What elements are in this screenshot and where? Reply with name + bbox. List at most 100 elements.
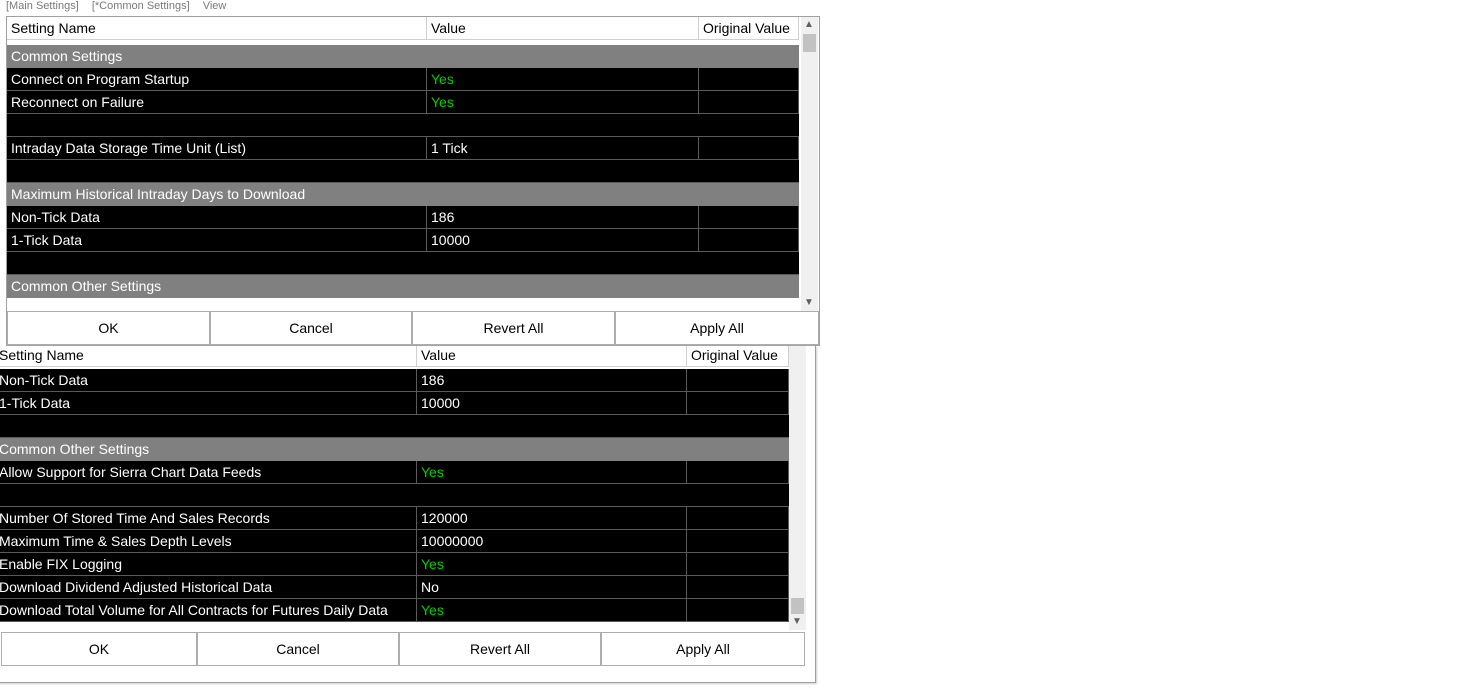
column-header-original-value[interactable]: Original Value	[699, 17, 799, 40]
vertical-scrollbar-bottom[interactable]: ▼	[789, 346, 806, 630]
setting-value-cell[interactable]: No	[417, 576, 687, 599]
column-header-setting-name[interactable]: Setting Name	[0, 346, 417, 367]
setting-value-cell[interactable]: 10000	[427, 229, 699, 252]
original-value-cell	[699, 91, 799, 114]
blank-row	[7, 114, 799, 137]
original-value-cell	[687, 484, 789, 507]
setting-value-cell[interactable]	[427, 114, 699, 137]
original-value-cell	[699, 206, 799, 229]
setting-value-cell[interactable]: 10000	[417, 392, 687, 415]
setting-value-cell[interactable]: 1 Tick	[427, 137, 699, 160]
original-value-cell	[699, 160, 799, 183]
setting-value-cell[interactable]: 120000	[417, 507, 687, 530]
section-header-label: Maximum Historical Intraday Days to Down…	[7, 183, 799, 206]
column-header-original-value[interactable]: Original Value	[687, 346, 789, 367]
section-header-row: Common Settings	[7, 45, 799, 68]
menu-view[interactable]: View	[203, 0, 227, 12]
vertical-scrollbar-top[interactable]: ▲ ▼	[801, 17, 818, 311]
original-value-cell	[687, 369, 789, 392]
original-value-cell	[687, 599, 789, 622]
ok-button[interactable]: OK	[1, 632, 197, 666]
setting-value-cell[interactable]: Yes	[417, 461, 687, 484]
setting-name-cell: Connect on Program Startup	[7, 68, 427, 91]
scroll-down-arrow-icon[interactable]: ▼	[801, 295, 817, 311]
setting-row[interactable]: Maximum Time & Sales Depth Levels 1000000…	[0, 530, 789, 553]
setting-name-cell: Download Total Volume for All Contracts …	[0, 599, 417, 622]
column-header-row: Setting Name Value Original Value	[7, 17, 799, 40]
setting-name-cell: Intraday Data Storage Time Unit (List)	[7, 137, 427, 160]
setting-value-cell[interactable]: 186	[417, 369, 687, 392]
original-value-cell	[699, 137, 799, 160]
setting-row[interactable]: Reconnect on Failure Yes	[7, 91, 799, 114]
button-row-bottom: OK Cancel Revert All Apply All	[1, 632, 805, 666]
scroll-thumb-bottom[interactable]	[791, 598, 804, 614]
blank-row	[7, 160, 799, 183]
original-value-cell	[687, 576, 789, 599]
setting-name-cell: Enable FIX Logging	[0, 553, 417, 576]
setting-value-cell[interactable]: Yes	[427, 91, 699, 114]
setting-row[interactable]: Download Dividend Adjusted Historical Da…	[0, 576, 789, 599]
setting-value-cell[interactable]	[417, 484, 687, 507]
scroll-thumb-top[interactable]	[803, 34, 816, 52]
settings-grid-bottom: Setting Name Value Original Value Non-Ti…	[0, 346, 816, 683]
original-value-cell	[687, 553, 789, 576]
original-value-cell	[699, 114, 799, 137]
original-value-cell	[699, 68, 799, 91]
setting-row[interactable]: 1-Tick Data 10000	[7, 229, 799, 252]
original-value-cell	[687, 415, 789, 438]
column-header-value[interactable]: Value	[427, 17, 699, 40]
setting-value-cell[interactable]: 10000000	[417, 530, 687, 553]
cancel-button[interactable]: Cancel	[210, 311, 412, 345]
ok-button[interactable]: OK	[7, 311, 210, 345]
setting-row[interactable]: Allow Support for Sierra Chart Data Feed…	[0, 461, 789, 484]
original-value-cell	[687, 530, 789, 553]
setting-row[interactable]: Non-Tick Data 186	[7, 206, 799, 229]
setting-value-cell[interactable]	[427, 160, 699, 183]
setting-value-cell[interactable]	[417, 415, 687, 438]
scroll-up-arrow-icon[interactable]: ▲	[801, 17, 817, 33]
setting-name-cell: Maximum Time & Sales Depth Levels	[0, 530, 417, 553]
apply-all-button[interactable]: Apply All	[601, 632, 805, 666]
scroll-down-arrow-icon[interactable]: ▼	[789, 614, 805, 630]
blank-row	[7, 252, 799, 275]
section-header-row: Common Other Settings	[7, 275, 799, 298]
setting-value-cell[interactable]: 186	[427, 206, 699, 229]
apply-all-button[interactable]: Apply All	[615, 311, 819, 345]
menu-main-settings[interactable]: [Main Settings]	[6, 0, 79, 12]
setting-name-cell	[7, 252, 427, 275]
cancel-button[interactable]: Cancel	[197, 632, 399, 666]
setting-row[interactable]: Number Of Stored Time And Sales Records 1…	[0, 507, 789, 530]
column-header-row: Setting Name Value Original Value	[0, 346, 789, 367]
setting-row[interactable]: Download Total Volume for All Contracts …	[0, 599, 789, 622]
column-header-setting-name[interactable]: Setting Name	[7, 17, 427, 40]
setting-row[interactable]: 1-Tick Data 10000	[0, 392, 789, 415]
button-row-top: OK Cancel Revert All Apply All	[7, 311, 819, 345]
setting-name-cell	[7, 160, 427, 183]
setting-name-cell: Number Of Stored Time And Sales Records	[0, 507, 417, 530]
section-header-row: Common Other Settings	[0, 438, 789, 461]
revert-all-button[interactable]: Revert All	[412, 311, 615, 345]
column-header-value[interactable]: Value	[417, 346, 687, 367]
setting-value-cell[interactable]: Yes	[427, 68, 699, 91]
original-value-cell	[687, 507, 789, 530]
menu-common-settings[interactable]: [*Common Settings]	[92, 0, 190, 12]
setting-value-cell[interactable]: Yes	[417, 599, 687, 622]
setting-name-cell: Download Dividend Adjusted Historical Da…	[0, 576, 417, 599]
revert-all-button[interactable]: Revert All	[399, 632, 601, 666]
blank-row	[0, 484, 789, 507]
setting-row[interactable]: Non-Tick Data 186	[0, 369, 789, 392]
original-value-cell	[699, 229, 799, 252]
setting-value-cell[interactable]	[427, 252, 699, 275]
setting-row[interactable]: Connect on Program Startup Yes	[7, 68, 799, 91]
original-value-cell	[687, 392, 789, 415]
section-header-label: Common Other Settings	[0, 438, 789, 461]
setting-name-cell	[7, 114, 427, 137]
original-value-cell	[699, 252, 799, 275]
setting-name-cell: Non-Tick Data	[7, 206, 427, 229]
setting-name-cell	[0, 415, 417, 438]
setting-name-cell	[0, 484, 417, 507]
setting-row[interactable]: Enable FIX Logging Yes	[0, 553, 789, 576]
menu-bar: [Main Settings] [*Common Settings] View	[6, 0, 406, 15]
setting-value-cell[interactable]: Yes	[417, 553, 687, 576]
setting-row[interactable]: Intraday Data Storage Time Unit (List) 1 …	[7, 137, 799, 160]
